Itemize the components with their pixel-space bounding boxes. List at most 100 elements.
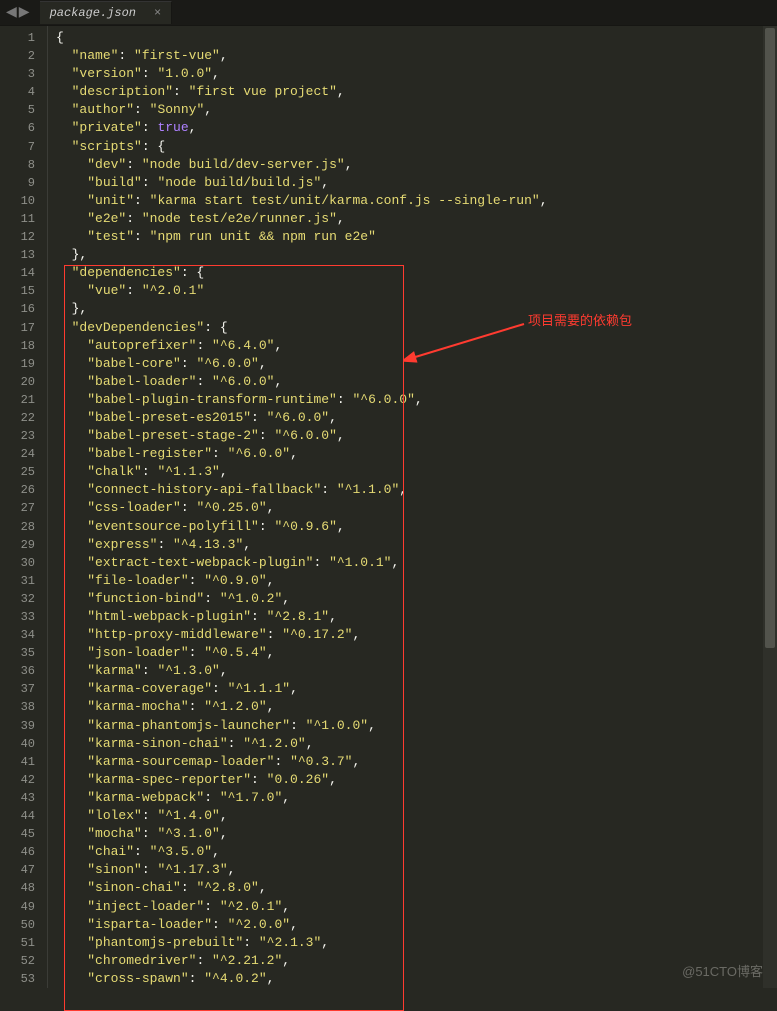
nav-forward-icon[interactable]: ▶ xyxy=(19,4,30,21)
line-number: 14 xyxy=(0,264,35,282)
code-line[interactable]: "description": "first vue project", xyxy=(56,83,548,101)
code-line[interactable]: "mocha": "^3.1.0", xyxy=(56,825,548,843)
line-number: 15 xyxy=(0,282,35,300)
code-line[interactable]: "chromedriver": "^2.21.2", xyxy=(56,952,548,970)
code-line[interactable]: }, xyxy=(56,246,548,264)
code-line[interactable]: "phantomjs-prebuilt": "^2.1.3", xyxy=(56,934,548,952)
code-line[interactable]: "html-webpack-plugin": "^2.8.1", xyxy=(56,608,548,626)
code-line[interactable]: "karma-sourcemap-loader": "^0.3.7", xyxy=(56,753,548,771)
line-number: 53 xyxy=(0,970,35,988)
line-number: 38 xyxy=(0,698,35,716)
code-line[interactable]: "sinon": "^1.17.3", xyxy=(56,861,548,879)
code-line[interactable]: "function-bind": "^1.0.2", xyxy=(56,590,548,608)
code-line[interactable]: "scripts": { xyxy=(56,138,548,156)
line-number: 8 xyxy=(0,156,35,174)
line-number: 10 xyxy=(0,192,35,210)
line-number: 25 xyxy=(0,463,35,481)
code-line[interactable]: "test": "npm run unit && npm run e2e" xyxy=(56,228,548,246)
close-icon[interactable]: × xyxy=(154,6,161,20)
file-tab[interactable]: package.json × xyxy=(40,1,173,24)
code-line[interactable]: "file-loader": "^0.9.0", xyxy=(56,572,548,590)
line-number: 51 xyxy=(0,934,35,952)
line-number: 17 xyxy=(0,319,35,337)
line-number: 27 xyxy=(0,499,35,517)
line-number: 42 xyxy=(0,771,35,789)
code-line[interactable]: "autoprefixer": "^6.4.0", xyxy=(56,337,548,355)
code-line[interactable]: "sinon-chai": "^2.8.0", xyxy=(56,879,548,897)
annotation-label: 项目需要的依赖包 xyxy=(528,310,632,329)
code-line[interactable]: "karma-mocha": "^1.2.0", xyxy=(56,698,548,716)
line-number: 45 xyxy=(0,825,35,843)
line-number: 21 xyxy=(0,391,35,409)
scrollbar-thumb[interactable] xyxy=(765,28,775,648)
line-number: 2 xyxy=(0,47,35,65)
line-number: 32 xyxy=(0,590,35,608)
code-line[interactable]: "json-loader": "^0.5.4", xyxy=(56,644,548,662)
code-line[interactable]: "dependencies": { xyxy=(56,264,548,282)
code-line[interactable]: "extract-text-webpack-plugin": "^1.0.1", xyxy=(56,554,548,572)
tab-title: package.json xyxy=(50,6,136,20)
line-number: 36 xyxy=(0,662,35,680)
code-line[interactable]: "inject-loader": "^2.0.1", xyxy=(56,898,548,916)
line-number: 12 xyxy=(0,228,35,246)
line-number: 23 xyxy=(0,427,35,445)
code-line[interactable]: "chalk": "^1.1.3", xyxy=(56,463,548,481)
line-number: 28 xyxy=(0,518,35,536)
code-line[interactable]: "babel-register": "^6.0.0", xyxy=(56,445,548,463)
code-line[interactable]: "chai": "^3.5.0", xyxy=(56,843,548,861)
line-number: 29 xyxy=(0,536,35,554)
code-line[interactable]: "karma": "^1.3.0", xyxy=(56,662,548,680)
code-line[interactable]: "karma-phantomjs-launcher": "^1.0.0", xyxy=(56,717,548,735)
line-number: 46 xyxy=(0,843,35,861)
code-line[interactable]: "devDependencies": { xyxy=(56,319,548,337)
code-line[interactable]: "babel-plugin-transform-runtime": "^6.0.… xyxy=(56,391,548,409)
nav-back-icon[interactable]: ◀ xyxy=(6,4,17,21)
line-number: 47 xyxy=(0,861,35,879)
line-number: 18 xyxy=(0,337,35,355)
code-line[interactable]: { xyxy=(56,29,548,47)
code-line[interactable]: "e2e": "node test/e2e/runner.js", xyxy=(56,210,548,228)
line-number: 44 xyxy=(0,807,35,825)
line-number: 26 xyxy=(0,481,35,499)
code-line[interactable]: "http-proxy-middleware": "^0.17.2", xyxy=(56,626,548,644)
line-number: 48 xyxy=(0,879,35,897)
code-line[interactable]: "express": "^4.13.3", xyxy=(56,536,548,554)
line-number: 31 xyxy=(0,572,35,590)
line-number: 35 xyxy=(0,644,35,662)
code-line[interactable]: "babel-core": "^6.0.0", xyxy=(56,355,548,373)
code-line[interactable]: "babel-preset-stage-2": "^6.0.0", xyxy=(56,427,548,445)
code-line[interactable]: "karma-sinon-chai": "^1.2.0", xyxy=(56,735,548,753)
line-number: 40 xyxy=(0,735,35,753)
code-line[interactable]: "karma-spec-reporter": "0.0.26", xyxy=(56,771,548,789)
code-line[interactable]: "connect-history-api-fallback": "^1.1.0"… xyxy=(56,481,548,499)
line-number: 20 xyxy=(0,373,35,391)
code-line[interactable]: "lolex": "^1.4.0", xyxy=(56,807,548,825)
line-number: 4 xyxy=(0,83,35,101)
line-number: 7 xyxy=(0,138,35,156)
code-line[interactable]: "name": "first-vue", xyxy=(56,47,548,65)
code-content[interactable]: { "name": "first-vue", "version": "1.0.0… xyxy=(48,26,548,988)
watermark: @51CTO博客 xyxy=(682,961,763,980)
code-line[interactable]: "eventsource-polyfill": "^0.9.6", xyxy=(56,518,548,536)
code-line[interactable]: "unit": "karma start test/unit/karma.con… xyxy=(56,192,548,210)
code-line[interactable]: "babel-preset-es2015": "^6.0.0", xyxy=(56,409,548,427)
line-number: 22 xyxy=(0,409,35,427)
code-line[interactable]: "karma-webpack": "^1.7.0", xyxy=(56,789,548,807)
line-number: 6 xyxy=(0,119,35,137)
code-line[interactable]: "karma-coverage": "^1.1.1", xyxy=(56,680,548,698)
code-line[interactable]: }, xyxy=(56,300,548,318)
code-line[interactable]: "css-loader": "^0.25.0", xyxy=(56,499,548,517)
code-line[interactable]: "isparta-loader": "^2.0.0", xyxy=(56,916,548,934)
line-number: 1 xyxy=(0,29,35,47)
code-line[interactable]: "author": "Sonny", xyxy=(56,101,548,119)
code-line[interactable]: "dev": "node build/dev-server.js", xyxy=(56,156,548,174)
code-line[interactable]: "vue": "^2.0.1" xyxy=(56,282,548,300)
code-line[interactable]: "babel-loader": "^6.0.0", xyxy=(56,373,548,391)
code-line[interactable]: "cross-spawn": "^4.0.2", xyxy=(56,970,548,988)
line-number: 39 xyxy=(0,717,35,735)
line-number: 30 xyxy=(0,554,35,572)
code-line[interactable]: "build": "node build/build.js", xyxy=(56,174,548,192)
line-number-gutter: 1234567891011121314151617181920212223242… xyxy=(0,26,48,988)
code-line[interactable]: "version": "1.0.0", xyxy=(56,65,548,83)
code-line[interactable]: "private": true, xyxy=(56,119,548,137)
